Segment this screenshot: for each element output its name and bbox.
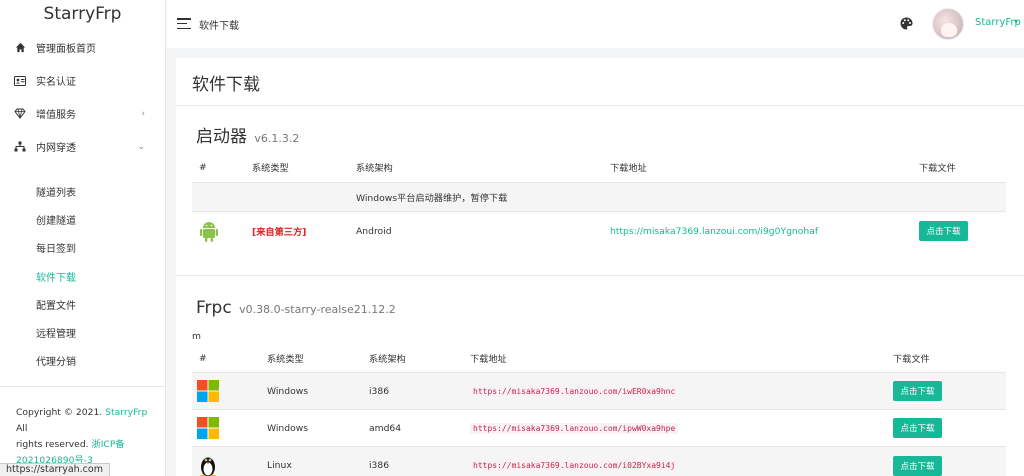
avatar[interactable] (932, 8, 964, 40)
launcher-version: v6.1.3.2 (254, 132, 300, 145)
col-header-index: # (199, 352, 207, 364)
col-header-arch: 系统架构 (369, 354, 406, 365)
col-header-os: 系统类型 (252, 163, 289, 174)
col-header-url: 下载地址 (610, 163, 647, 174)
launcher-title: 启动器 (196, 127, 247, 147)
arch: i386 (369, 460, 390, 471)
divider (176, 105, 1024, 106)
table-row: Windows平台启动器维护，暂停下载 (192, 183, 1006, 212)
maintenance-notice: Windows平台启动器维护，暂停下载 (356, 193, 508, 204)
sidebar-item-label: 增值服务 (36, 110, 76, 121)
download-url[interactable]: https://misaka7369.lanzouo.com/i02BYxa9i… (470, 460, 679, 471)
table-row: Linux i386 https://misaka7369.lanzouo.co… (192, 447, 1006, 476)
top-header: 软件下载 StarryFrp ▾ (167, 0, 1024, 48)
download-button[interactable]: 点击下载 (919, 221, 968, 241)
table-header-row: # 系统类型 系统架构 下载地址 下载文件 (192, 344, 1006, 373)
sitemap-icon (14, 141, 26, 153)
page-title: 软件下载 (192, 75, 260, 95)
download-button[interactable]: 点击下载 (893, 381, 942, 401)
table-row: Windows i386 https://misaka7369.lanzouo.… (192, 373, 1006, 410)
linux-icon (198, 447, 218, 476)
col-header-index: # (199, 161, 207, 173)
sidebar-item-label: 实名认证 (36, 77, 76, 88)
sidebar-item-label: 管理面板首页 (36, 44, 96, 55)
download-url[interactable]: https://misaka7369.lanzouo.com/iwER0xa9h… (470, 385, 679, 397)
icp-link[interactable]: 浙ICP备 (92, 439, 125, 450)
frpc-title: Frpc (196, 298, 232, 318)
home-icon (14, 42, 26, 54)
col-header-url: 下载地址 (470, 354, 507, 365)
sidebar-subitem-software-download[interactable]: 软件下载 (0, 262, 165, 290)
col-header-arch: 系统架构 (356, 163, 393, 174)
col-header-os: 系统类型 (267, 354, 304, 365)
arch: Android (356, 225, 392, 237)
download-url[interactable]: https://misaka7369.lanzouo.com/ipwW0xa9h… (470, 422, 679, 434)
os-type: Windows (267, 385, 309, 397)
table-header-row: # 系统类型 系统架构 下载地址 下载文件 (192, 152, 1006, 183)
sidebar-item-label: 内网穿透 (36, 143, 76, 154)
sidebar-subitem-daily-checkin[interactable]: 每日签到 (0, 234, 165, 262)
chevron-right-icon: › (141, 108, 145, 119)
sidebar-subitem-proxy-distribution[interactable]: 代理分销 (0, 347, 165, 375)
arch: i386 (369, 385, 390, 397)
sidebar-subitem-remote-management[interactable]: 远程管理 (0, 318, 165, 346)
os-type: Linux (267, 460, 292, 471)
copyright-text: Copyright © 2021. (16, 407, 103, 418)
sidebar-subitem-config-file[interactable]: 配置文件 (0, 290, 165, 318)
sidebar-subitem-tunnel-list[interactable]: 隧道列表 (0, 177, 165, 205)
footer-brand-link[interactable]: StarryFrp (105, 407, 147, 418)
user-dropdown-icon[interactable]: ▾ (1014, 17, 1018, 26)
sidebar-item-dashboard[interactable]: 管理面板首页 (0, 31, 165, 64)
frpc-section-title: Frpc v0.38.0-starry-realse21.12.2 (196, 298, 396, 318)
android-icon (200, 212, 218, 250)
stray-text: m (192, 331, 201, 342)
os-type: [来自第三方] (252, 227, 307, 238)
brand-logo[interactable]: StarryFrp (0, 0, 165, 30)
rights-text: rights reserved. (16, 439, 89, 450)
sidebar-item-verification[interactable]: 实名认证 (0, 64, 165, 97)
sidebar-footer: Copyright © 2021. StarryFrp All rights r… (0, 386, 166, 469)
diamond-icon (14, 108, 26, 120)
header-page-title: 软件下载 (199, 21, 239, 32)
id-card-icon (14, 75, 26, 87)
os-type: Windows (267, 422, 309, 434)
table-row: [来自第三方] Android https://misaka7369.lanzo… (192, 212, 1006, 250)
section-divider (176, 275, 1024, 276)
launcher-section-title: 启动器 v6.1.3.2 (196, 122, 299, 147)
download-button[interactable]: 点击下载 (893, 418, 942, 438)
col-header-file: 下载文件 (919, 163, 956, 174)
sidebar-item-intranet[interactable]: 内网穿透 ⌄ (0, 130, 165, 163)
download-url-link[interactable]: https://misaka7369.lanzoui.com/i9g0Ygnoh… (610, 212, 818, 250)
windows-icon (197, 410, 219, 446)
footer-all-text: All (16, 423, 28, 434)
sidebar: StarryFrp 管理面板首页 实名认证 增值服务 › 内网穿透 ⌄ 隧道列表… (0, 0, 166, 476)
sidebar-item-value-added[interactable]: 增值服务 › (0, 97, 165, 130)
palette-icon[interactable] (900, 17, 913, 30)
chevron-down-icon: ⌄ (137, 141, 145, 152)
table-row: Windows amd64 https://misaka7369.lanzouo… (192, 410, 1006, 447)
frpc-version: v0.38.0-starry-realse21.12.2 (239, 303, 396, 316)
arch: amd64 (369, 422, 402, 434)
main-card: 软件下载 启动器 v6.1.3.2 # 系统类型 系统架构 下载地址 下载文件 … (176, 58, 1024, 476)
windows-icon (197, 373, 219, 409)
status-bar-url: https://starryah.com (0, 463, 110, 476)
download-button[interactable]: 点击下载 (893, 455, 942, 476)
menu-toggle-icon[interactable] (177, 18, 191, 29)
col-header-file: 下载文件 (893, 354, 930, 365)
sidebar-subitem-create-tunnel[interactable]: 创建隧道 (0, 205, 165, 233)
